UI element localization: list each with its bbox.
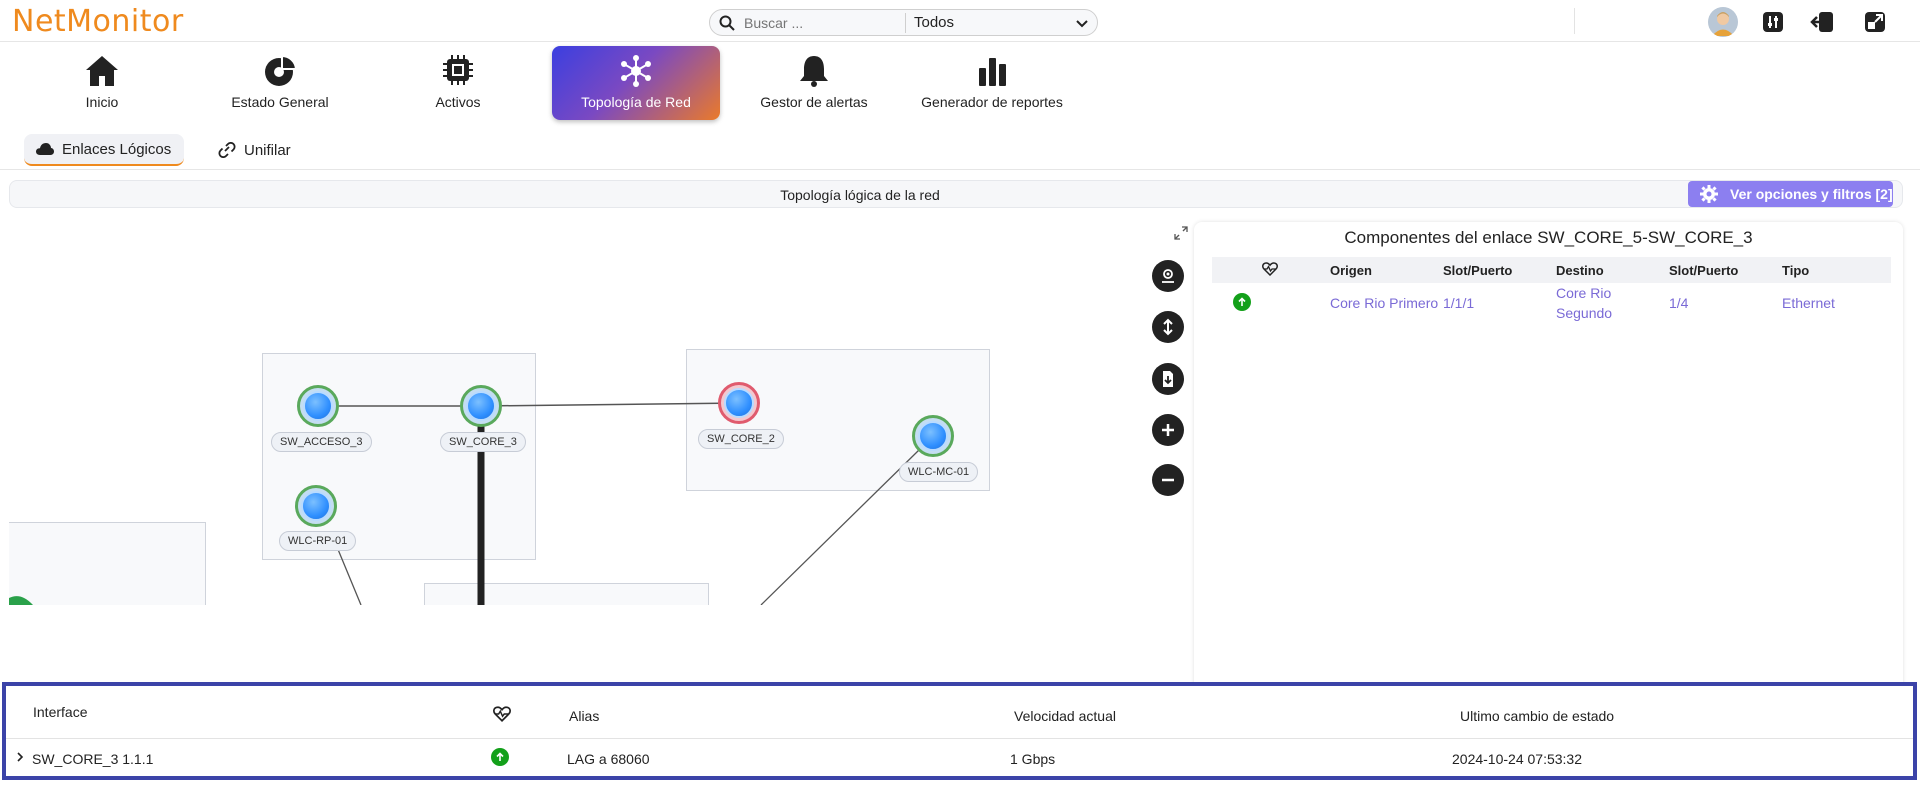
map-controls [1150,226,1190,506]
download-file-icon[interactable] [1152,363,1184,395]
node-label: SW_CORE_2 [698,429,784,449]
nav-item-alertas[interactable]: Gestor de alertas [744,46,884,120]
link-icon [218,142,236,158]
node-wlc-mc-01[interactable] [912,415,954,457]
nav-item-label: Estado General [231,94,329,110]
table-row[interactable]: SW_CORE_3 1.1.1 LAG a 68060 1 Gbps 2024-… [6,740,1913,776]
topology-title-bar: Topología lógica de la red Ver opciones … [9,180,1903,208]
node-label: SW_CORE_3 [440,432,526,452]
topology-links [9,402,920,605]
nav-item-label: Generador de reportes [921,94,1063,110]
nav-item-label: Gestor de alertas [760,94,868,110]
nav-item-label: Inicio [85,94,119,110]
chip-icon [443,55,473,85]
search-bar: Todos [709,9,1098,36]
origin-link[interactable]: Core Rio Primero [1330,295,1438,311]
link-edge [480,402,743,407]
table-header: Interface Alias Velocidad actual Ultimo … [6,686,1913,739]
cloud-icon [36,143,54,155]
logout-icon[interactable] [1808,8,1836,36]
locate-icon[interactable] [1152,260,1184,292]
table-row[interactable]: Core Rio Primero 1/1/1 Core Rio Segundo … [1212,283,1891,327]
interfaces-table: Interface Alias Velocidad actual Ultimo … [2,682,1917,780]
app-logo[interactable]: NetMonitor [12,4,184,39]
search-divider [905,13,906,33]
nav-item-inicio[interactable]: Inicio [42,46,162,120]
node-sw-core-2[interactable] [718,382,760,424]
chevron-down-icon[interactable] [1073,14,1091,32]
topology-canvas[interactable]: SW_ACCESO_3 SW_CORE_3 SW_CORE_2 WLC-MC-0… [9,220,1189,605]
expand-icon[interactable] [1174,226,1188,245]
tab-enlaces-logicos[interactable]: Enlaces Lógicos [24,134,184,166]
gear-icon [1700,185,1718,203]
nav-item-estado-general[interactable]: Estado General [220,46,340,120]
top-divider [1574,8,1575,34]
options-filters-button[interactable]: Ver opciones y filtros [2] [1688,181,1893,207]
table-header: Origen Slot/Puerto Destino Slot/Puerto T… [1212,257,1891,283]
link-edge [760,449,920,605]
user-avatar[interactable] [1708,7,1738,37]
node-sw-core-3[interactable] [460,385,502,427]
search-icon [719,15,735,31]
node-label: SW_ACCESO_3 [271,432,372,452]
network-icon [621,55,651,87]
switch-app-icon[interactable] [1861,8,1889,36]
heartbeat-icon [493,706,511,725]
partial-node [9,596,33,605]
status-up-icon [1233,293,1251,311]
topology-title: Topología lógica de la red [780,187,940,203]
nav-item-topologia[interactable]: Topología de Red [552,46,720,120]
link-components-panel: Componentes del enlace SW_CORE_5-SW_CORE… [1194,222,1903,692]
nav-item-label: Topología de Red [581,94,691,110]
main-nav: Inicio Estado General Activos Topología … [0,44,1920,122]
chevron-right-icon[interactable] [16,750,24,766]
heartbeat-icon [1262,262,1278,279]
tab-unifilar[interactable]: Unifilar [218,134,291,166]
topology-subtabs: Enlaces Lógicos Unifilar [0,130,1920,170]
panel-title: Componentes del enlace SW_CORE_5-SW_CORE… [1344,228,1753,247]
search-input[interactable] [744,13,914,33]
zoom-out-icon[interactable] [1152,464,1184,496]
home-icon [86,56,118,86]
node-wlc-rp-01[interactable] [295,485,337,527]
pie-chart-icon [265,54,298,86]
status-up-icon [491,748,509,766]
settings-sliders-icon[interactable] [1759,8,1787,36]
nav-item-label: Activos [435,94,481,110]
nav-item-reportes[interactable]: Generador de reportes [912,46,1072,120]
nav-item-activos[interactable]: Activos [398,46,518,120]
search-scope-select[interactable]: Todos [914,14,954,31]
fit-vertical-icon[interactable] [1152,311,1184,343]
bell-icon [800,56,828,87]
top-bar: NetMonitor Todos [0,0,1920,42]
zoom-in-icon[interactable] [1152,414,1184,446]
link-components-table: Origen Slot/Puerto Destino Slot/Puerto T… [1212,257,1891,327]
node-label: WLC-MC-01 [899,462,979,482]
destination-link[interactable]: Segundo [1556,305,1612,321]
link-edge [336,546,362,605]
node-sw-acceso-3[interactable] [297,385,339,427]
bar-chart-icon [979,58,1006,86]
node-label: WLC-RP-01 [279,531,357,551]
destination-link[interactable]: Core Rio [1556,285,1611,301]
